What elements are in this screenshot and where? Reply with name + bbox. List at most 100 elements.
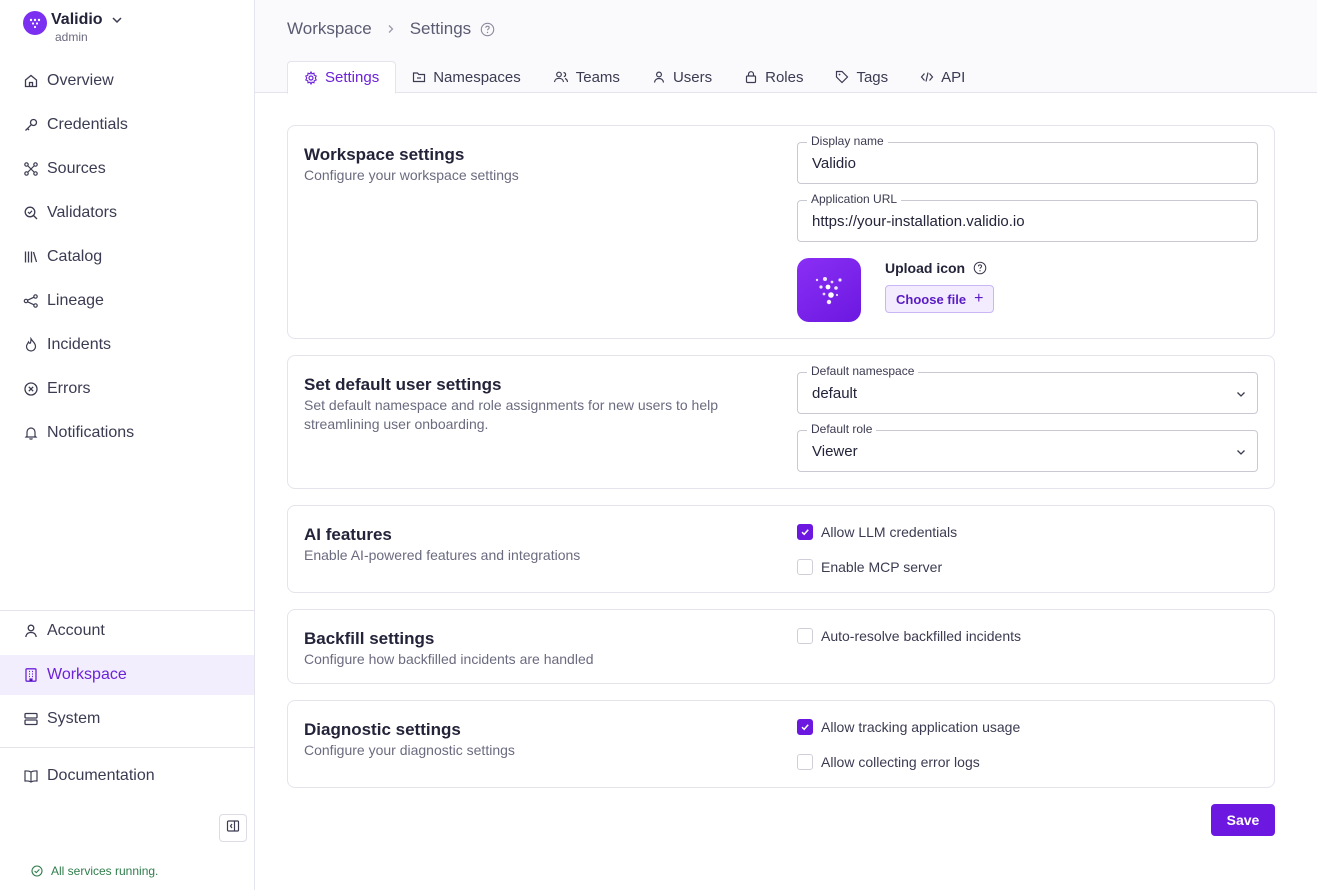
sources-icon: [23, 161, 39, 177]
sidebar-item-label: Credentials: [47, 116, 128, 133]
book-icon: [23, 768, 39, 784]
sidebar-item-label: Validators: [47, 204, 117, 221]
enable-mcp-server-checkbox[interactable]: Enable MCP server: [797, 559, 942, 575]
tag-icon: [835, 70, 849, 84]
validio-logo-icon: [815, 277, 842, 305]
sidebar-item-documentation[interactable]: Documentation: [0, 756, 254, 796]
tab-teams[interactable]: Teams: [537, 61, 636, 93]
auto-resolve-backfilled-checkbox[interactable]: Auto-resolve backfilled incidents: [797, 628, 1021, 644]
service-status-text: All services running.: [51, 864, 159, 878]
help-icon[interactable]: [973, 261, 987, 275]
sidebar-item-lineage[interactable]: Lineage: [0, 281, 254, 321]
sidebar-bottom-nav: Account Workspace System: [0, 611, 254, 743]
help-icon[interactable]: [480, 22, 495, 37]
lock-icon: [744, 70, 758, 84]
collapse-sidebar-button[interactable]: [219, 814, 247, 842]
display-name-field[interactable]: Display name: [797, 134, 1258, 184]
key-icon: [23, 117, 39, 133]
default-user-settings-card: Set default user settings Set default na…: [287, 355, 1275, 489]
checkbox-unchecked-icon[interactable]: [797, 628, 813, 644]
validio-logo-icon: [23, 11, 47, 35]
checkbox-label: Allow tracking application usage: [821, 719, 1021, 735]
sidebar-item-label: Workspace: [47, 666, 127, 683]
sidebar-item-label: Catalog: [47, 248, 103, 265]
sidebar-item-overview[interactable]: Overview: [0, 61, 254, 101]
service-status: All services running.: [31, 864, 158, 878]
sidebar-item-catalog[interactable]: Catalog: [0, 237, 254, 277]
server-icon: [23, 711, 39, 727]
sidebar-item-workspace[interactable]: Workspace: [0, 655, 254, 695]
checkbox-checked-icon[interactable]: [797, 524, 813, 540]
section-description: Configure your diagnostic settings: [304, 742, 515, 758]
workspace-switcher[interactable]: Validio admin: [23, 10, 123, 44]
tab-users[interactable]: Users: [636, 61, 728, 93]
user-icon: [652, 70, 666, 84]
checkbox-unchecked-icon[interactable]: [797, 754, 813, 770]
bell-icon: [23, 425, 39, 441]
allow-error-logs-checkbox[interactable]: Allow collecting error logs: [797, 754, 980, 770]
section-description: Configure your workspace settings: [304, 167, 519, 183]
section-description: Set default namespace and role assignmen…: [304, 397, 719, 432]
section-title: Workspace settings: [304, 145, 465, 164]
sidebar-divider: [0, 747, 254, 748]
sidebar-item-label: System: [47, 710, 101, 727]
sidebar-item-credentials[interactable]: Credentials: [0, 105, 254, 145]
breadcrumb-workspace[interactable]: Workspace: [287, 19, 372, 39]
default-namespace-select[interactable]: Default namespace default: [797, 364, 1258, 414]
sidebar-item-incidents[interactable]: Incidents: [0, 325, 254, 365]
tab-label: Users: [672, 68, 713, 86]
sidebar-item-label: Errors: [47, 380, 91, 397]
checkbox-checked-icon[interactable]: [797, 719, 813, 735]
tab-api[interactable]: API: [904, 61, 981, 93]
building-icon: [23, 667, 39, 683]
sidebar-item-label: Notifications: [47, 424, 135, 441]
sidebar-item-errors[interactable]: Errors: [0, 369, 254, 409]
sidebar-item-notifications[interactable]: Notifications: [0, 413, 254, 453]
flame-icon: [23, 337, 39, 353]
default-role-select[interactable]: Default role Viewer: [797, 422, 1258, 472]
upload-icon-label: Upload icon: [885, 260, 987, 276]
sidebar-item-sources[interactable]: Sources: [0, 149, 254, 189]
sidebar-item-label: Lineage: [47, 292, 104, 309]
tab-label: Teams: [575, 68, 620, 86]
field-label: Display name: [807, 134, 888, 148]
settings-tabs: Settings Namespaces Teams Users Roles Ta…: [287, 61, 981, 94]
sidebar-item-label: Documentation: [47, 767, 155, 784]
field-label: Default namespace: [807, 364, 919, 378]
field-label: Application URL: [807, 192, 902, 206]
user-icon: [23, 623, 39, 639]
workspace-icon-preview: [797, 258, 861, 322]
tab-label: Namespaces: [433, 68, 521, 86]
sidebar-item-label: Sources: [47, 160, 106, 177]
workspace-settings-card: Workspace settings Configure your worksp…: [287, 125, 1275, 339]
sidebar-item-validators[interactable]: Validators: [0, 193, 254, 233]
sidebar-collapse-icon: [226, 819, 240, 838]
checkbox-unchecked-icon[interactable]: [797, 559, 813, 575]
page-header: Workspace Settings Settings Namespaces T…: [255, 0, 1317, 94]
section-title: Set default user settings: [304, 375, 502, 394]
folder-icon: [412, 70, 426, 84]
application-url-input[interactable]: [812, 213, 1232, 230]
sidebar-item-system[interactable]: System: [0, 699, 254, 739]
home-icon: [23, 73, 39, 89]
allow-tracking-usage-checkbox[interactable]: Allow tracking application usage: [797, 719, 1020, 735]
tab-settings[interactable]: Settings: [287, 61, 397, 94]
tab-roles[interactable]: Roles: [728, 61, 819, 93]
section-description: Configure how backfilled incidents are h…: [304, 651, 594, 667]
save-button[interactable]: Save: [1211, 804, 1275, 836]
tab-tags[interactable]: Tags: [819, 61, 904, 93]
tab-namespaces[interactable]: Namespaces: [396, 61, 537, 93]
display-name-input[interactable]: [812, 155, 1232, 172]
section-description: Enable AI-powered features and integrati…: [304, 547, 581, 563]
checkbox-label: Auto-resolve backfilled incidents: [821, 628, 1021, 644]
sidebar: Validio admin Overview Credentials Sourc…: [0, 0, 255, 890]
allow-llm-credentials-checkbox[interactable]: Allow LLM credentials: [797, 524, 957, 540]
error-icon: [23, 381, 39, 397]
application-url-field[interactable]: Application URL: [797, 192, 1258, 242]
choose-file-button[interactable]: Choose file +: [885, 285, 995, 313]
sidebar-item-account[interactable]: Account: [0, 611, 254, 651]
validator-icon: [23, 205, 39, 221]
sidebar-item-label: Incidents: [47, 336, 112, 353]
section-title: Backfill settings: [304, 629, 435, 648]
catalog-icon: [23, 249, 39, 265]
